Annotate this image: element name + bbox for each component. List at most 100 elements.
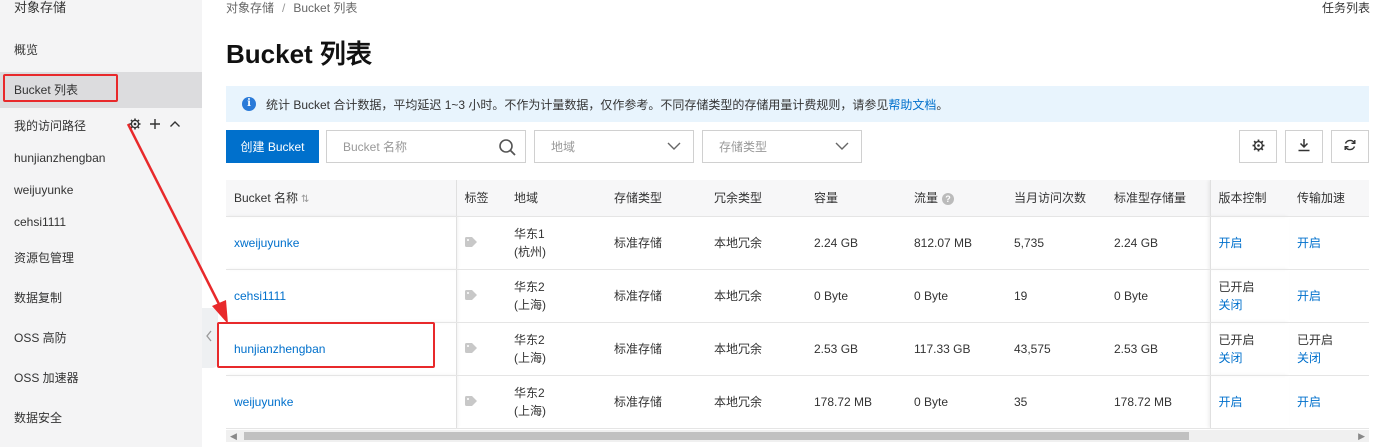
region-select[interactable]: 地域	[534, 130, 694, 163]
col-header-tags: 标签	[456, 180, 506, 217]
cell-standard-storage: 178.72 MB	[1106, 375, 1210, 429]
page-title: Bucket 列表	[226, 39, 372, 69]
chevron-down-icon	[667, 140, 681, 154]
info-notice: i 统计 Bucket 合计数据，平均延迟 1~3 小时。不作为计量数据，仅作参…	[226, 86, 1369, 122]
tag-icon[interactable]	[464, 340, 477, 353]
sidebar-item-path-cehsi1111[interactable]: cehsi1111	[0, 204, 202, 240]
cell-bucket-name: cehsi1111	[226, 269, 457, 323]
versioning-toggle-link[interactable]: 关闭	[1219, 351, 1243, 365]
cell-region: 华东1 (杭州)	[506, 216, 606, 270]
cell-acceleration: 开启	[1289, 375, 1369, 429]
acceleration-toggle-link[interactable]: 开启	[1297, 236, 1321, 250]
cell-region: 华东2 (上海)	[506, 375, 606, 429]
chevron-up-icon[interactable]	[168, 118, 182, 132]
table-row: hunjianzhengban 华东2 (上海) 标准存储 本地冗余 2.53 GB 117…	[226, 322, 1369, 376]
cell-capacity: 0 Byte	[806, 269, 906, 323]
cell-storage-type: 标准存储	[606, 322, 706, 376]
breadcrumb: 对象存储 / Bucket 列表	[226, 0, 357, 16]
sidebar-item-path-weijuyunke[interactable]: weijuyunke	[0, 172, 202, 208]
col-header-transfer-acceleration: 传输加速	[1289, 180, 1369, 217]
tag-icon[interactable]	[464, 393, 477, 406]
storage-type-select[interactable]: 存储类型	[702, 130, 862, 163]
breadcrumb-separator: /	[282, 1, 286, 15]
sort-icon[interactable]: ⇅	[301, 194, 309, 205]
cell-versioning: 开启	[1209, 375, 1289, 429]
bucket-table: Bucket 名称 ⇅ 标签 地域 存储类型 冗余类型 容量 流量? 当月访问次数…	[226, 180, 1369, 430]
cell-redundancy: 本地冗余	[706, 375, 806, 429]
sidebar-item-overview[interactable]: 概览	[0, 32, 202, 68]
sidebar-item-bucket-list[interactable]: Bucket 列表	[0, 72, 202, 108]
cell-storage-type: 标准存储	[606, 375, 706, 429]
cell-capacity: 178.72 MB	[806, 375, 906, 429]
help-icon[interactable]: ?	[942, 193, 955, 206]
cell-region: 华东2 (上海)	[506, 269, 606, 323]
cell-traffic: 117.33 GB	[906, 322, 1006, 376]
bucket-search-input[interactable]	[327, 131, 495, 162]
scrollbar-thumb[interactable]	[244, 432, 1189, 440]
tag-icon[interactable]	[464, 287, 477, 300]
cell-bucket-name: xweijuyunke	[226, 216, 457, 270]
cell-redundancy: 本地冗余	[706, 322, 806, 376]
scroll-left-icon[interactable]: ◀	[230, 430, 237, 442]
bucket-name-link[interactable]: weijuyunke	[234, 395, 293, 409]
gear-icon	[1252, 139, 1265, 155]
acceleration-status: 已开启	[1297, 332, 1334, 347]
horizontal-scrollbar[interactable]: ◀ ▶	[226, 430, 1369, 442]
col-header-redundancy: 冗余类型	[706, 180, 806, 217]
notice-text: 统计 Bucket 合计数据，平均延迟 1~3 小时。不作为计量数据，仅作参考。…	[266, 97, 889, 112]
cell-redundancy: 本地冗余	[706, 216, 806, 270]
cell-bucket-name: hunjianzhengban	[226, 322, 457, 376]
sidebar-item-data-security[interactable]: 数据安全	[0, 400, 202, 436]
search-icon[interactable]	[495, 134, 521, 160]
sidebar-title: 对象存储	[14, 0, 67, 15]
scroll-right-icon[interactable]: ▶	[1358, 430, 1365, 442]
sidebar-item-oss-ddos[interactable]: OSS 高防	[0, 320, 202, 356]
sidebar-item-oss-accelerator[interactable]: OSS 加速器	[0, 360, 202, 396]
acceleration-toggle-link[interactable]: 关闭	[1297, 351, 1321, 365]
cell-redundancy: 本地冗余	[706, 269, 806, 323]
cell-monthly-visits: 35	[1006, 375, 1106, 429]
col-header-bucket-name[interactable]: Bucket 名称 ⇅	[226, 180, 457, 217]
refresh-button[interactable]	[1331, 130, 1369, 163]
create-bucket-button[interactable]: 创建 Bucket	[226, 130, 319, 163]
table-settings-button[interactable]	[1239, 130, 1277, 163]
cell-monthly-visits: 43,575	[1006, 322, 1106, 376]
cell-tags	[456, 269, 506, 323]
col-header-monthly-visits: 当月访问次数	[1006, 180, 1106, 217]
sidebar-item-resource-packages[interactable]: 资源包管理	[0, 240, 202, 276]
versioning-status: 已开启	[1218, 279, 1255, 294]
settings-icon[interactable]	[128, 118, 142, 132]
cell-capacity: 2.53 GB	[806, 322, 906, 376]
bucket-search	[326, 130, 526, 163]
versioning-toggle-link[interactable]: 关闭	[1219, 298, 1243, 312]
sidebar-item-data-replication[interactable]: 数据复制	[0, 280, 202, 316]
download-button[interactable]	[1285, 130, 1323, 163]
col-header-versioning: 版本控制	[1209, 180, 1289, 217]
table-row: cehsi1111 华东2 (上海) 标准存储 本地冗余 0 Byte 0 Byte 19 0 …	[226, 269, 1369, 323]
task-list-link[interactable]: 任务列表	[1322, 0, 1370, 16]
col-header-traffic: 流量?	[906, 180, 1006, 217]
bucket-name-link[interactable]: hunjianzhengban	[234, 342, 325, 356]
col-header-region: 地域	[506, 180, 606, 217]
access-path-actions	[128, 118, 182, 132]
versioning-toggle-link[interactable]: 开启	[1219, 236, 1243, 250]
sidebar-item-path-hunjianzhengban[interactable]: hunjianzhengban	[0, 140, 202, 176]
breadcrumb-root[interactable]: 对象存储	[226, 1, 274, 15]
cell-traffic: 812.07 MB	[906, 216, 1006, 270]
col-header-standard-storage: 标准型存储量	[1106, 180, 1210, 217]
cell-traffic: 0 Byte	[906, 269, 1006, 323]
table-header-row: Bucket 名称 ⇅ 标签 地域 存储类型 冗余类型 容量 流量? 当月访问次数…	[226, 180, 1369, 217]
help-doc-link[interactable]: 帮助文档	[888, 96, 936, 113]
table-row: weijuyunke 华东2 (上海) 标准存储 本地冗余 178.72 MB 0 Byte…	[226, 375, 1369, 429]
acceleration-toggle-link[interactable]: 开启	[1297, 289, 1321, 303]
cell-acceleration: 已开启 关闭	[1289, 322, 1369, 376]
bucket-name-link[interactable]: cehsi1111	[234, 289, 286, 303]
table-row: xweijuyunke 华东1 (杭州) 标准存储 本地冗余 2.24 GB 812.07 …	[226, 216, 1369, 270]
cell-tags	[456, 216, 506, 270]
col-header-capacity: 容量	[806, 180, 906, 217]
plus-icon[interactable]	[148, 118, 162, 132]
acceleration-toggle-link[interactable]: 开启	[1297, 395, 1321, 409]
tag-icon[interactable]	[464, 234, 477, 247]
versioning-toggle-link[interactable]: 开启	[1219, 395, 1243, 409]
bucket-name-link[interactable]: xweijuyunke	[234, 236, 299, 250]
